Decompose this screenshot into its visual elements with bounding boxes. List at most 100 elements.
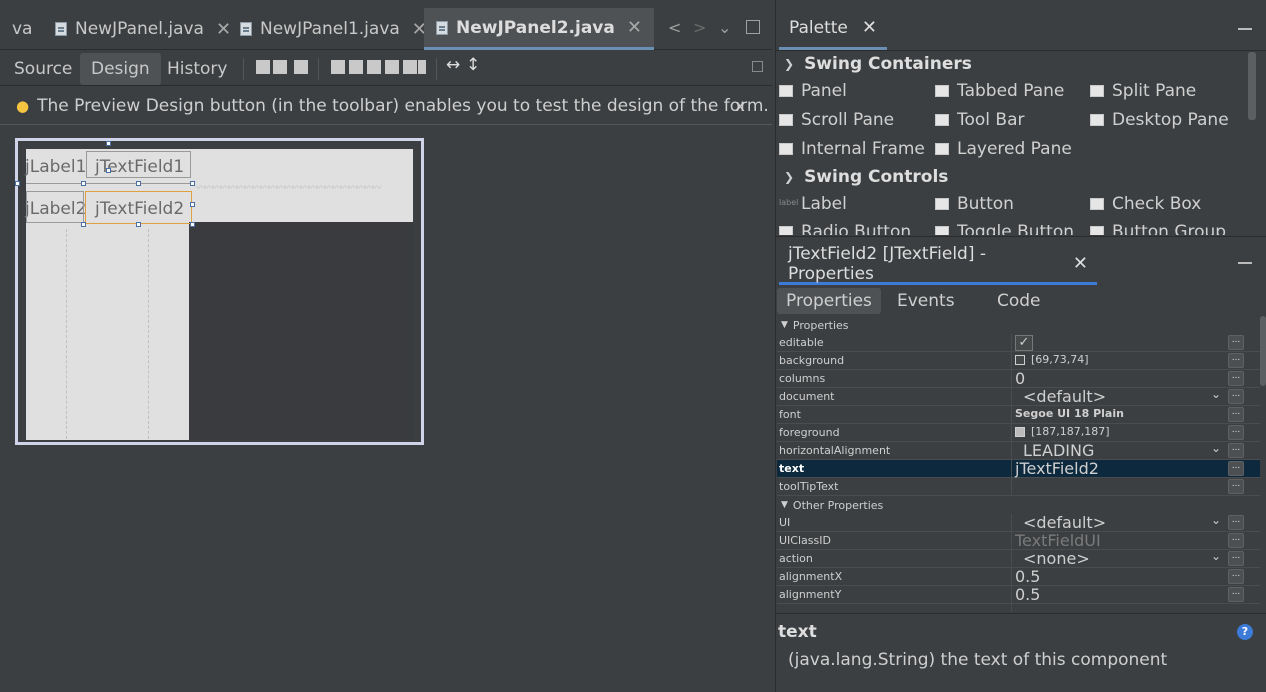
ellipsis-button[interactable]: ... (1228, 515, 1244, 530)
resize-handle[interactable] (136, 222, 141, 227)
property-row-columns[interactable]: columns 0 ... (777, 369, 1260, 388)
ellipsis-button[interactable]: ... (1228, 389, 1244, 404)
ellipsis-button[interactable]: ... (1228, 569, 1244, 584)
ellipsis-button[interactable]: ... (1228, 479, 1244, 494)
ellipsis-button[interactable]: ... (1228, 533, 1244, 548)
category-swing-controls[interactable]: ❯ Swing Controls (784, 167, 948, 187)
jtextfield2[interactable]: jTextField2 (95, 199, 184, 219)
property-value[interactable]: <default> (1023, 387, 1106, 406)
ellipsis-button[interactable]: ... (1228, 443, 1244, 458)
tab-design[interactable]: Design (80, 53, 161, 85)
ellipsis-button[interactable]: ... (1228, 335, 1244, 350)
property-row-foreground[interactable]: foreground [187,187,187] ... (777, 424, 1260, 442)
resize-horizontal-icon[interactable]: ↔ (446, 55, 460, 75)
property-row-alignmentx[interactable]: alignmentX 0.5 ... (777, 567, 1260, 586)
property-value[interactable]: [187,187,187] (1015, 425, 1110, 438)
center-horizontally-icon[interactable] (367, 60, 381, 74)
close-info-button[interactable]: x (736, 96, 745, 115)
selection-mode-icon[interactable] (256, 60, 270, 74)
property-value[interactable]: Segoe UI 18 Plain (1015, 407, 1124, 420)
chevron-down-icon[interactable]: ⌄ (1211, 513, 1221, 527)
palette-item-tabbed-pane[interactable]: Tabbed Pane (935, 81, 1064, 101)
property-value[interactable]: ✓ (1009, 335, 1033, 351)
chevron-down-icon[interactable]: ⌄ (1211, 441, 1221, 455)
jtextfield1[interactable]: jTextField1 (95, 157, 184, 177)
property-value[interactable]: jTextField2 (1015, 459, 1099, 478)
section-other-properties[interactable]: ▼ Other Properties (777, 496, 1260, 514)
ellipsis-button[interactable]: ... (1228, 407, 1244, 422)
property-row-tooltiptext[interactable]: toolTipText ... (777, 478, 1260, 496)
palette-scrollbar[interactable] (1248, 52, 1256, 120)
property-value[interactable]: LEADING (1023, 441, 1094, 460)
resize-handle[interactable] (190, 222, 195, 227)
editor-tab-newjpanel1[interactable]: NewJPanel1.java ✕ (240, 8, 427, 50)
palette-tab[interactable]: Palette ✕ (779, 8, 887, 50)
connection-mode-icon[interactable] (273, 60, 287, 74)
palette-item-panel[interactable]: Panel (779, 81, 847, 101)
chevron-down-icon[interactable]: ⌄ (1211, 387, 1221, 401)
palette-item-toggle-button[interactable]: Toggle Button (935, 222, 1074, 235)
properties-scrollbar[interactable] (1260, 316, 1266, 386)
resize-handle[interactable] (106, 141, 111, 146)
palette-item-label-control[interactable]: label Label (779, 194, 847, 214)
design-options-icon[interactable] (752, 61, 763, 72)
property-row-document[interactable]: document <default> ⌄ ... (777, 387, 1260, 406)
resize-handle[interactable] (15, 181, 20, 186)
property-value[interactable]: <none> (1023, 549, 1090, 568)
palette-item-layered-pane[interactable]: Layered Pane (935, 139, 1072, 159)
editor-tab-newjpanel2[interactable]: NewJPanel2.java ✕ (424, 8, 654, 50)
tab-properties[interactable]: Properties (777, 288, 881, 314)
chevron-down-icon[interactable]: ⌄ (1211, 549, 1221, 563)
palette-item-split-pane[interactable]: Split Pane (1090, 81, 1196, 101)
maximize-icon[interactable] (746, 20, 760, 34)
resize-handle[interactable] (136, 181, 141, 186)
center-vertically-icon[interactable] (418, 60, 426, 74)
preview-design-icon[interactable] (294, 60, 308, 74)
tab-events[interactable]: Events (888, 288, 964, 314)
resize-handle[interactable] (190, 202, 195, 207)
properties-tab[interactable]: jTextField2 [JTextField] - Properties ✕ (779, 244, 1097, 285)
property-value[interactable]: 0.5 (1015, 585, 1040, 604)
editor-tab-partial[interactable]: va (12, 8, 32, 50)
property-row-action[interactable]: action <none> ⌄ ... (777, 549, 1260, 568)
close-icon[interactable]: ✕ (216, 19, 231, 40)
tab-code[interactable]: Code (988, 288, 1050, 314)
checkbox[interactable]: ✓ (1015, 335, 1033, 351)
property-value[interactable]: [69,73,74] (1015, 353, 1089, 366)
ellipsis-button[interactable]: ... (1228, 587, 1244, 602)
property-row-editable[interactable]: editable ✓ ... (777, 334, 1260, 352)
align-bottom-icon[interactable] (403, 60, 417, 74)
ellipsis-button[interactable]: ... (1228, 353, 1244, 368)
resize-handle[interactable] (106, 168, 111, 173)
palette-item-button[interactable]: Button (935, 194, 1014, 214)
tab-source[interactable]: Source (3, 53, 83, 85)
tab-history[interactable]: History (156, 53, 238, 85)
jlabel1[interactable]: jLabel1 (25, 157, 86, 177)
property-value[interactable]: <default> (1023, 513, 1106, 532)
align-left-icon[interactable] (331, 60, 345, 74)
resize-handle[interactable] (190, 181, 195, 186)
align-right-icon[interactable] (349, 60, 363, 74)
ellipsis-button[interactable]: ... (1228, 461, 1244, 476)
ellipsis-button[interactable]: ... (1228, 425, 1244, 440)
palette-item-desktop-pane[interactable]: Desktop Pane (1090, 110, 1229, 130)
property-row-alignmenty[interactable]: alignmentY 0.5 ... (777, 585, 1260, 604)
resize-handle[interactable] (81, 181, 86, 186)
property-value[interactable]: 0 (1015, 369, 1025, 388)
property-row-font[interactable]: font Segoe UI 18 Plain ... (777, 406, 1260, 424)
property-row-uiclassid[interactable]: UIClassID TextFieldUI ... (777, 531, 1260, 550)
close-icon[interactable]: ✕ (1073, 253, 1088, 274)
show-opened-documents-icon[interactable]: ⌄ (718, 18, 731, 37)
scroll-tabs-left-icon[interactable]: < (668, 18, 681, 37)
palette-item-internal-frame[interactable]: Internal Frame (779, 139, 925, 159)
palette-item-scroll-pane[interactable]: Scroll Pane (779, 110, 894, 130)
minimize-icon[interactable] (1238, 28, 1252, 30)
ellipsis-button[interactable]: ... (1228, 551, 1244, 566)
resize-vertical-icon[interactable]: ↕ (466, 55, 480, 75)
property-row-ui[interactable]: UI <default> ⌄ ... (777, 513, 1260, 532)
palette-item-button-group[interactable]: Button Group (1090, 222, 1226, 235)
resize-handle[interactable] (81, 222, 86, 227)
palette-item-radio-button[interactable]: Radio Button (779, 222, 911, 235)
form-panel[interactable]: 〰〰〰〰〰〰〰〰〰〰〰〰〰〰〰〰〰〰〰〰〰〰〰 jLabel1 jTextFie… (15, 138, 424, 445)
section-properties[interactable]: ▼ Properties (777, 316, 1260, 334)
